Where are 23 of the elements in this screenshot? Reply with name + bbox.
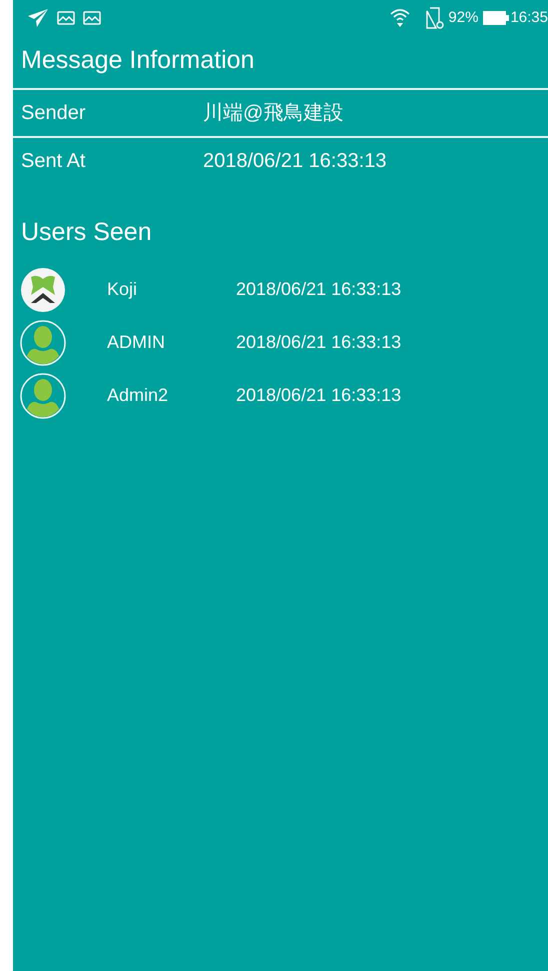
field-label: Sent At — [20, 148, 86, 174]
field-label: Sender — [20, 100, 86, 126]
battery-icon — [482, 10, 510, 26]
section-heading: Users Seen — [20, 216, 153, 248]
field-value: 川端@飛鳥建設 — [203, 100, 344, 126]
battery-percent: 92% — [448, 8, 478, 28]
user-avatar-icon — [20, 372, 66, 418]
user-name: ADMIN — [106, 331, 166, 354]
image-icon — [57, 11, 75, 25]
user-avatar-icon — [20, 320, 66, 366]
user-name: Koji — [106, 278, 138, 301]
logo-avatar-icon — [20, 266, 66, 312]
image-icon — [83, 11, 101, 25]
seen-time: 2018/06/21 16:33:13 — [236, 384, 402, 407]
seen-time: 2018/06/21 16:33:13 — [236, 331, 402, 354]
field-value: 2018/06/21 16:33:13 — [203, 148, 387, 174]
wifi-icon — [390, 8, 410, 28]
page-title: Message Information — [20, 45, 256, 76]
sd-card-icon — [426, 7, 444, 29]
send-icon — [27, 8, 49, 28]
status-time: 16:35 — [510, 8, 548, 28]
seen-time: 2018/06/21 16:33:13 — [236, 278, 402, 301]
user-name: Admin2 — [106, 384, 170, 407]
